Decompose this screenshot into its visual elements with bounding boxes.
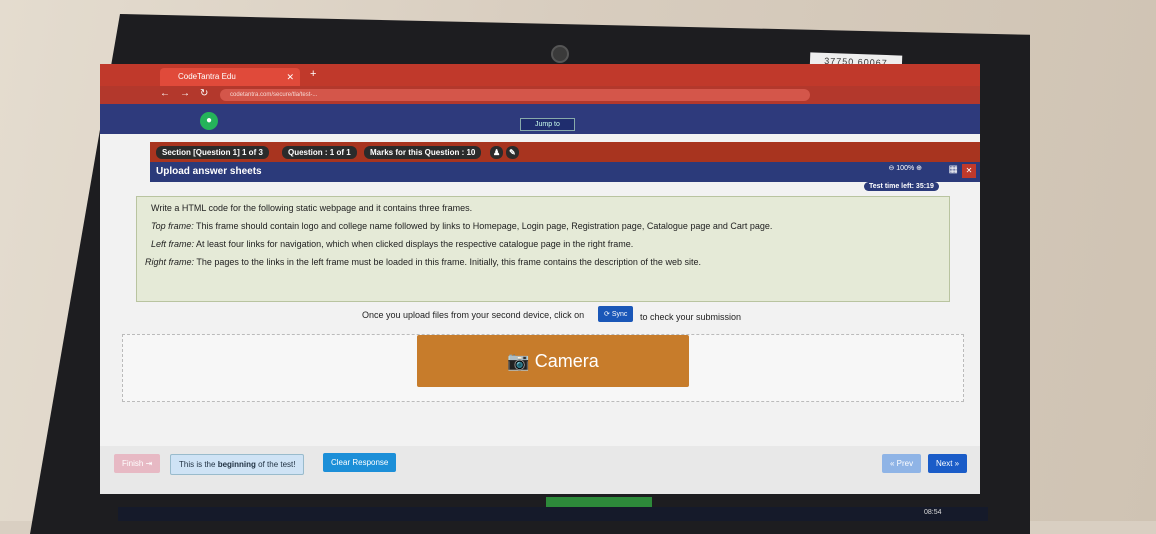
section-badge[interactable]: Section [Question 1] 1 of 3 [156, 146, 269, 159]
notice-suffix: of the test! [255, 460, 296, 469]
page-title-bar: Upload answer sheets ⊖ 100% ⊕ ▦ ✕ [150, 162, 980, 182]
question-intro: Write a HTML code for the following stat… [151, 203, 473, 213]
marks-badge: Marks for this Question : 10 [364, 146, 482, 159]
zoom-value: 100% [896, 165, 915, 172]
beginning-notice: This is the beginning of the test! [170, 454, 305, 475]
sync-button[interactable]: ⟳ Sync [598, 306, 634, 322]
line-label: Top frame: [151, 221, 194, 231]
line-label: Left frame: [151, 239, 195, 249]
line-text: The pages to the links in the left frame… [194, 257, 701, 267]
notice-bold: beginning [217, 460, 256, 469]
tab-close-icon[interactable]: ✕ [286, 68, 294, 86]
line-text: This frame should contain logo and colle… [193, 221, 773, 231]
tab-title: CodeTantra Edu [178, 72, 236, 81]
close-icon[interactable]: ✕ [962, 164, 976, 178]
finish-button[interactable]: Finish ⇥ [114, 454, 161, 473]
chat-icon[interactable]: ● [200, 112, 218, 130]
camera-button[interactable]: 📷 Camera [417, 335, 689, 387]
upload-instruction-end: to check your submission [640, 312, 742, 322]
comment-icon[interactable]: ✎ [506, 146, 519, 159]
notice-prefix: This is the [179, 460, 218, 469]
calculator-icon[interactable]: ▦ [949, 164, 958, 175]
webcam [551, 45, 569, 63]
next-button[interactable]: Next » [928, 454, 968, 473]
browser-tab[interactable]: CodeTantra Edu ✕ [160, 68, 300, 86]
user-icon[interactable]: ♟ [490, 146, 504, 159]
question-box: Write a HTML code for the following stat… [136, 196, 950, 302]
camera-label: Camera [534, 351, 599, 371]
desk-object [546, 497, 652, 507]
line-label: Right frame: [145, 257, 195, 267]
jump-to-button[interactable]: Jump to [520, 118, 575, 131]
page-title: Upload answer sheets [156, 166, 262, 177]
taskbar [118, 507, 988, 521]
prev-button[interactable]: « Prev [882, 454, 922, 473]
question-line-left: Left frame: At least four links for navi… [151, 239, 633, 249]
timer-badge: Test time left: 35:19 [864, 182, 939, 191]
taskbar-clock: 08:54 [924, 509, 942, 516]
laptop-screen: CodeTantra Edu ✕ + ← → ↻ codetantra.com/… [100, 64, 980, 494]
sync-label: Sync [611, 311, 628, 318]
new-tab-icon[interactable]: + [310, 68, 316, 80]
finish-label: Finish [122, 459, 144, 468]
line-text: At least four links for navigation, whic… [194, 239, 634, 249]
address-bar: ← → ↻ codetantra.com/secure/tla/test-... [100, 86, 980, 104]
url-field[interactable]: codetantra.com/secure/tla/test-... [220, 89, 810, 101]
reload-icon[interactable]: ↻ [200, 88, 208, 99]
clear-response-button[interactable]: Clear Response [323, 453, 397, 472]
sync-icon: ⟳ [604, 311, 610, 318]
upload-instruction: Once you upload files from your second d… [362, 310, 585, 320]
zoom-level: ⊖ 100% ⊕ [888, 165, 922, 172]
question-line-top: Top frame: This frame should contain log… [151, 221, 772, 231]
question-badge[interactable]: Question : 1 of 1 [282, 146, 357, 159]
forward-icon[interactable]: → [180, 88, 190, 99]
question-info-bar: Section [Question 1] 1 of 3 Question : 1… [150, 142, 980, 164]
question-line-right: Right frame: The pages to the links in t… [145, 257, 701, 267]
camera-icon: 📷 [507, 351, 530, 371]
back-icon[interactable]: ← [160, 88, 170, 99]
tab-bar: CodeTantra Edu ✕ + [100, 64, 980, 86]
